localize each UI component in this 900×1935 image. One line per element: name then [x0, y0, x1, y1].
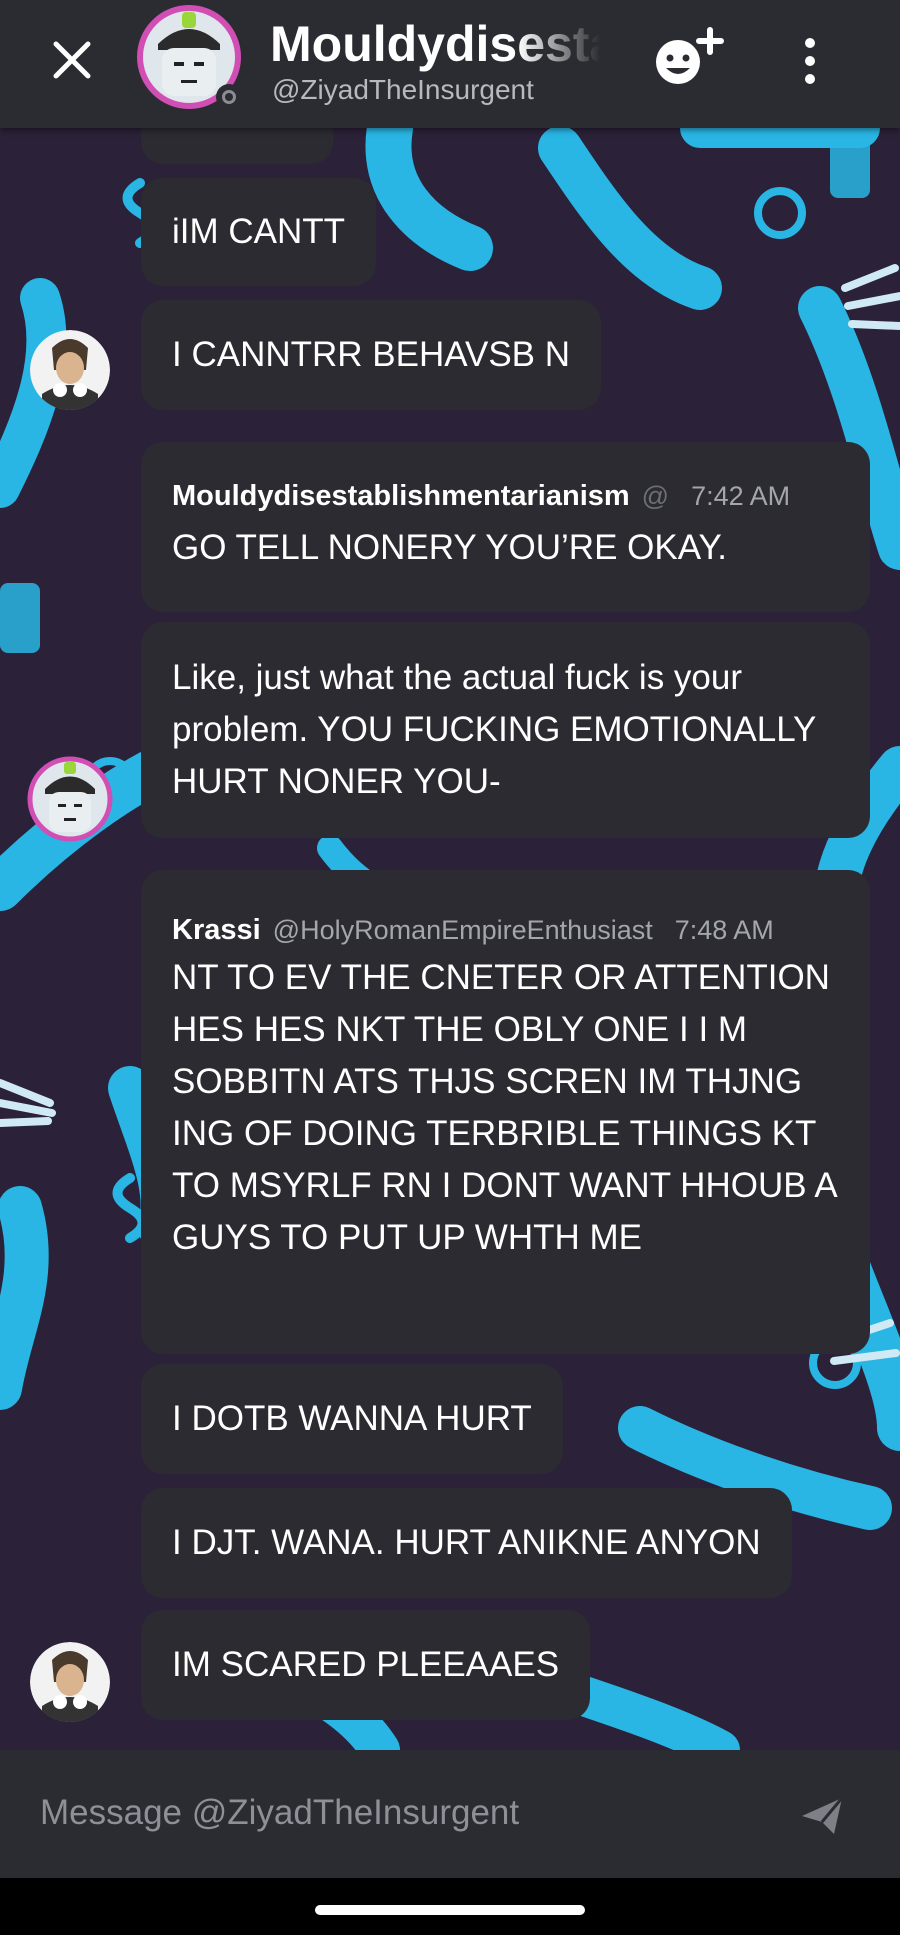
user-avatar[interactable] [30, 1642, 110, 1722]
message-bubble[interactable]: I DOTB WANNA HURT [141, 1364, 563, 1474]
user-avatar[interactable] [30, 330, 110, 410]
message-text: I DJT. WANA. HURT ANIKNE ANYON [172, 1523, 761, 1562]
message-text: NT TO EV THE CNETER OR ATTENTION HES HES… [172, 958, 836, 1257]
message-composer [0, 1750, 900, 1878]
message-meta: Mouldydisestablishmentarianism @ 7:42 AM [172, 470, 839, 514]
message-author[interactable]: Mouldydisestablishmentarianism [172, 470, 630, 522]
status-indicator [216, 84, 242, 110]
add-friend-icon [656, 27, 724, 84]
avatar-image [30, 330, 110, 410]
message-author[interactable]: Krassi [172, 904, 261, 956]
message-text: I DOTB WANNA HURT [172, 1399, 532, 1438]
message-text: GO TELL NONERY YOU’RE OKAY. [172, 528, 728, 567]
send-icon [802, 1797, 844, 1834]
author-separator: @ [641, 481, 670, 511]
add-friend-button[interactable] [652, 24, 732, 94]
page-title: Mouldydisestablishmentarianism [270, 16, 600, 72]
message-text: I CANNTRR BEHAVSB N [172, 335, 571, 374]
close-button[interactable] [40, 28, 104, 92]
message-bubble[interactable]: iIM CANTT [141, 178, 377, 286]
message-meta: Krassi @HolyRomanEmpireEnthusiast 7:48 A… [172, 904, 840, 948]
avatar-image [30, 1642, 110, 1722]
message-bubble[interactable]: I DJT. WANA. HURT ANIKNE ANYON [141, 1488, 792, 1598]
more-options-button[interactable] [780, 26, 840, 96]
message-timestamp: 7:42 AM [691, 481, 791, 511]
message-input[interactable] [40, 1778, 740, 1848]
message-bubble[interactable]: IM SCARED PLEEAAES [141, 1610, 591, 1720]
avatar-image [27, 756, 113, 842]
message-group[interactable]: Krassi @HolyRomanEmpireEnthusiast 7:48 A… [141, 870, 870, 1354]
close-icon [53, 41, 91, 79]
send-button[interactable] [790, 1786, 854, 1846]
message-text: iIM CANTT [172, 212, 346, 251]
message-bubble[interactable]: I CANNTRR BEHAVSB N [141, 300, 602, 410]
message-timestamp: 7:48 AM [674, 915, 774, 945]
message-text: IM SCARED PLEEAAES [172, 1645, 560, 1684]
message-group[interactable]: Mouldydisestablishmentarianism @ 7:42 AM… [141, 442, 870, 612]
home-indicator[interactable] [315, 1905, 585, 1915]
message-handle[interactable]: @HolyRomanEmpireEnthusiast [273, 904, 653, 956]
message-text: Like, just what the actual fuck is your … [172, 658, 816, 801]
chat-header: Mouldydisestablishmentarianism @ZiyadThe… [0, 0, 900, 128]
more-vertical-icon [805, 38, 815, 84]
message-bubble[interactable]: Like, just what the actual fuck is your … [141, 622, 870, 838]
header-username: @ZiyadTheInsurgent [272, 74, 534, 105]
user-avatar[interactable] [27, 756, 113, 842]
